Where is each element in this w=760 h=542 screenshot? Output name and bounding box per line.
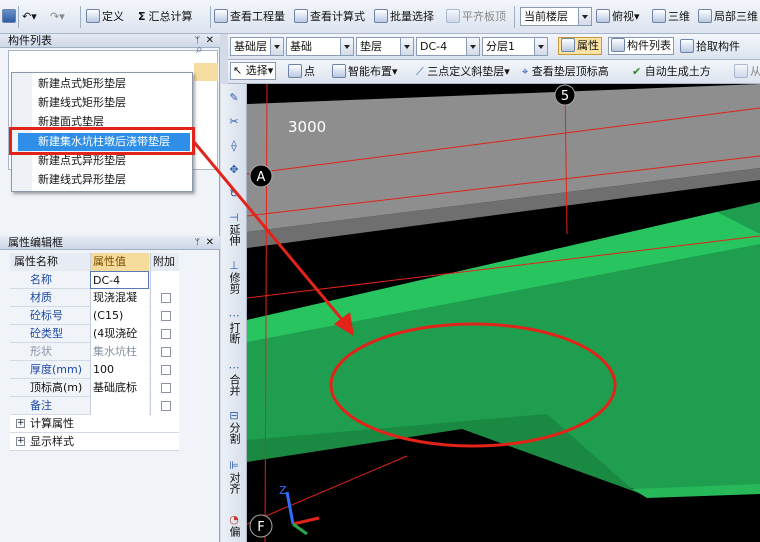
annotation-arrow-layer xyxy=(192,141,354,336)
annotation-arrow xyxy=(192,141,346,323)
